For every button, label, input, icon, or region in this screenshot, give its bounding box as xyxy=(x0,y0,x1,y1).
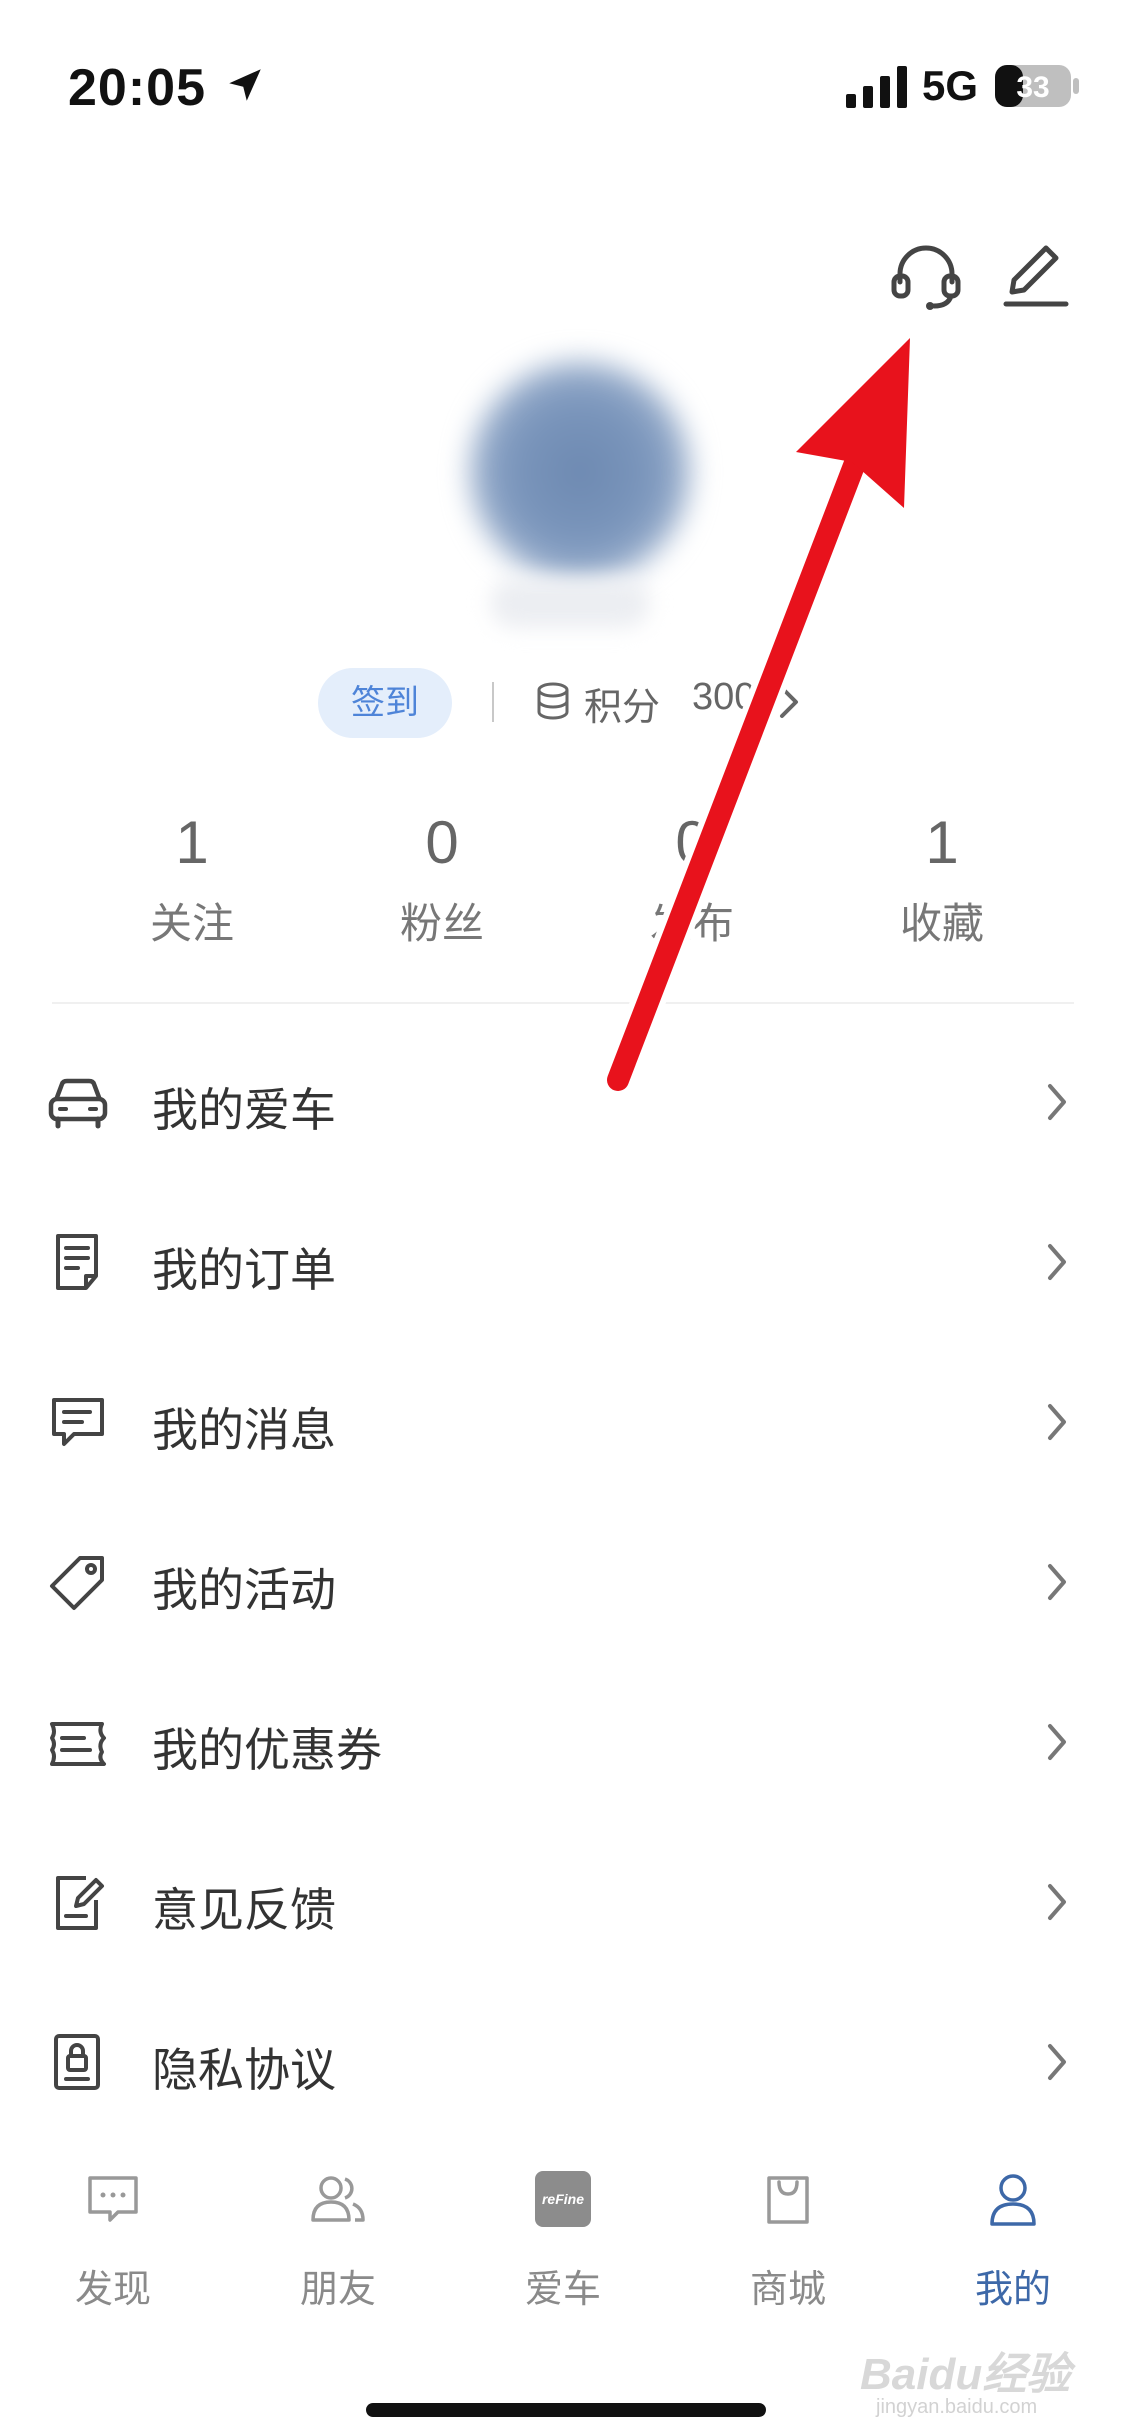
chevron-right-icon xyxy=(1048,1404,1066,1440)
stat-favorites[interactable]: 1 收藏 xyxy=(842,808,1042,951)
coins-icon xyxy=(537,682,569,720)
tab-car[interactable]: reFine 爱车 xyxy=(488,2168,638,2313)
chevron-right-icon xyxy=(1048,2044,1066,2080)
menu-label: 我的爱车 xyxy=(152,1084,336,1136)
stat-value: 1 xyxy=(175,809,209,876)
signin-button[interactable]: 签到 xyxy=(318,668,452,738)
edit-pencil-icon[interactable] xyxy=(996,236,1076,316)
status-time: 20:05 xyxy=(68,59,206,117)
tab-discover[interactable]: 发现 xyxy=(38,2168,188,2313)
message-icon xyxy=(52,1398,104,1446)
tab-friends[interactable]: 朋友 xyxy=(263,2168,413,2313)
shop-bag-icon xyxy=(767,2176,809,2224)
stat-value: 0 xyxy=(675,809,709,876)
chevron-right-icon xyxy=(1048,1244,1066,1280)
location-arrow-icon xyxy=(229,69,261,101)
menu-label: 隐私协议 xyxy=(152,2044,336,2096)
chevron-right-icon xyxy=(1048,1084,1066,1120)
chevron-right-icon xyxy=(1048,1724,1066,1760)
menu-label: 我的消息 xyxy=(152,1404,336,1456)
stat-label: 关注 xyxy=(149,900,234,947)
stat-value: 0 xyxy=(425,809,459,876)
tab-label: 爱车 xyxy=(524,2269,601,2311)
menu-item-my-messages[interactable]: 我的消息 xyxy=(0,1340,1125,1500)
refine-logo-icon: reFine xyxy=(535,2171,591,2227)
stat-posts[interactable]: 0 发布 xyxy=(592,808,792,951)
menu-label: 我的优惠券 xyxy=(152,1724,382,1776)
menu-item-my-coupons[interactable]: 我的优惠券 xyxy=(0,1660,1125,1820)
battery-level: 33 xyxy=(1016,71,1049,104)
points-value[interactable]: 300 xyxy=(692,676,755,719)
battery-icon: 33 xyxy=(995,65,1079,107)
tab-label: 朋友 xyxy=(299,2269,376,2311)
tag-icon xyxy=(50,1556,104,1610)
network-type: 5G xyxy=(922,62,979,109)
chevron-right-icon xyxy=(1048,1564,1066,1600)
menu-item-feedback[interactable]: 意见反馈 xyxy=(0,1820,1125,1980)
stat-following[interactable]: 1 关注 xyxy=(92,808,292,951)
section-divider xyxy=(52,1002,1074,1004)
discover-icon xyxy=(88,2176,138,2222)
menu-item-privacy[interactable]: 隐私协议 xyxy=(0,1980,1125,2140)
home-indicator[interactable] xyxy=(366,2403,766,2417)
points-label[interactable]: 积分 xyxy=(584,676,660,731)
divider xyxy=(492,682,494,722)
tab-mine[interactable]: 我的 xyxy=(938,2168,1088,2313)
profile-icon xyxy=(990,2174,1036,2226)
stat-value: 1 xyxy=(925,809,959,876)
feedback-icon xyxy=(56,1876,104,1930)
tab-label: 我的 xyxy=(974,2269,1051,2311)
watermark-url: jingyan.baidu.com xyxy=(876,2396,1038,2418)
menu-item-my-orders[interactable]: 我的订单 xyxy=(0,1180,1125,1340)
car-icon xyxy=(48,1078,108,1129)
watermark-logo: Baidu经验 xyxy=(860,2350,1071,2399)
status-bar: 20:05 5G 33 xyxy=(0,0,1125,150)
tab-shop[interactable]: 商城 xyxy=(713,2168,863,2313)
privacy-icon xyxy=(54,2034,100,2090)
tab-label: 商城 xyxy=(749,2269,826,2311)
friends-icon xyxy=(311,2176,365,2222)
avatar[interactable] xyxy=(470,362,690,582)
menu-label: 我的活动 xyxy=(152,1564,336,1616)
stat-fans[interactable]: 0 粉丝 xyxy=(342,808,542,951)
coupon-icon xyxy=(50,1722,106,1766)
stat-label: 粉丝 xyxy=(399,900,484,947)
stat-label: 发布 xyxy=(649,900,734,947)
chevron-right-icon[interactable] xyxy=(776,682,802,722)
tab-label: 发现 xyxy=(74,2269,151,2311)
cellular-signal-icon xyxy=(846,66,907,108)
chevron-right-icon xyxy=(1048,1884,1066,1920)
menu-label: 我的订单 xyxy=(152,1244,336,1296)
headset-icon[interactable] xyxy=(886,236,966,316)
menu-item-my-activities[interactable]: 我的活动 xyxy=(0,1500,1125,1660)
svg-text:reFine: reFine xyxy=(542,2191,584,2207)
menu-label: 意见反馈 xyxy=(152,1884,336,1936)
stat-label: 收藏 xyxy=(899,900,984,947)
menu-item-my-car[interactable]: 我的爱车 xyxy=(0,1020,1125,1180)
username-blurred xyxy=(490,578,650,628)
order-icon xyxy=(56,1234,98,1290)
